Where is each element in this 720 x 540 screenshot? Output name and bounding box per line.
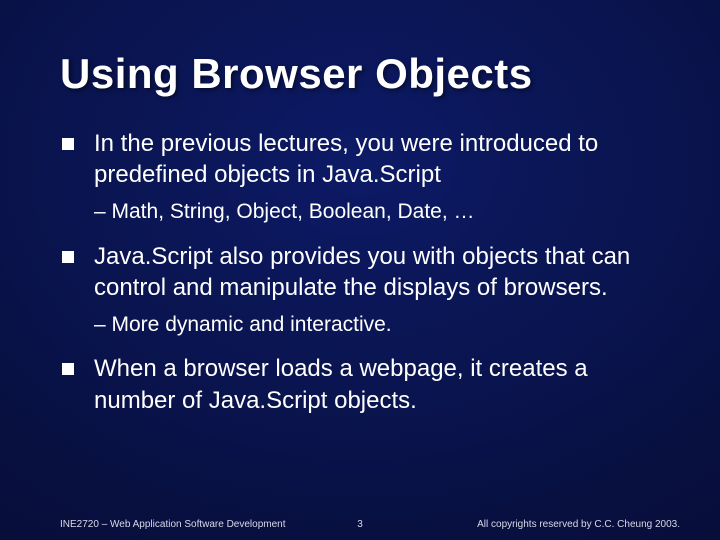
list-item: Java.Script also provides you with objec… (60, 241, 660, 303)
bullet-list: In the previous lectures, you were intro… (60, 128, 660, 416)
slide-footer: INE2720 – Web Application Software Devel… (0, 519, 720, 530)
sub-bullet: – More dynamic and interactive. (60, 311, 660, 339)
bullet-text: When a browser loads a webpage, it creat… (94, 355, 588, 413)
slide-title: Using Browser Objects (60, 50, 660, 98)
footer-left: INE2720 – Web Application Software Devel… (60, 519, 286, 530)
sub-bullet: – Math, String, Object, Boolean, Date, … (60, 198, 660, 226)
square-bullet-icon (62, 251, 74, 263)
bullet-text: In the previous lectures, you were intro… (94, 130, 598, 188)
list-item: When a browser loads a webpage, it creat… (60, 353, 660, 415)
slide: Using Browser Objects In the previous le… (0, 0, 720, 540)
bullet-text: Java.Script also provides you with objec… (94, 243, 630, 301)
slide-number: 3 (357, 519, 363, 530)
footer-right: All copyrights reserved by C.C. Cheung 2… (477, 519, 680, 530)
square-bullet-icon (62, 138, 74, 150)
list-item: In the previous lectures, you were intro… (60, 128, 660, 190)
square-bullet-icon (62, 363, 74, 375)
